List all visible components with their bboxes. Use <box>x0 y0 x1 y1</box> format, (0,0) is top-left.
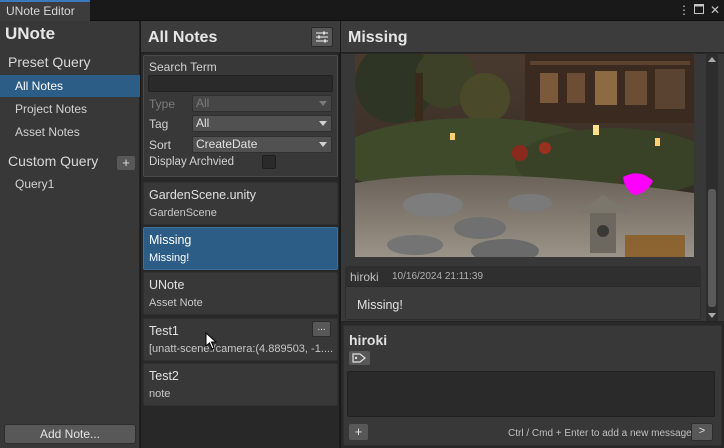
maximize-icon[interactable] <box>694 2 704 18</box>
sidebar-item-all-notes[interactable]: All Notes <box>0 75 140 97</box>
kebab-menu-icon[interactable]: ⋮ <box>678 2 690 18</box>
sliders-icon <box>316 31 328 43</box>
message-card-header: hiroki 10/16/2024 21:11:39 <box>346 267 700 287</box>
add-query-button[interactable]: + <box>117 156 135 170</box>
note-detail-pane: Missing hiroki 10/16/2024 21:11:39 Missi… <box>341 21 724 448</box>
search-term-label: Search Term <box>149 60 217 74</box>
tag-label: Tag <box>149 117 169 131</box>
compose-panel: hiroki + Ctrl / Cmd + Enter to add a new… <box>343 325 722 446</box>
notes-list-title: All Notes <box>148 29 218 46</box>
type-label: Type <box>149 97 176 111</box>
note-subtitle: [unatt-scene:/camera:(4.889503, -1.... <box>149 343 334 355</box>
compose-author: hiroki <box>349 332 388 348</box>
message-author: hiroki <box>350 270 379 284</box>
tag-select[interactable]: All <box>192 115 332 132</box>
sidebar-item-project-notes[interactable]: Project Notes <box>0 98 140 120</box>
scene-screenshot-image <box>355 54 694 257</box>
note-item[interactable]: GardenScene.unity GardenScene <box>143 182 338 225</box>
add-attachment-button[interactable]: + <box>349 424 368 440</box>
custom-query-heading: Custom Query <box>8 153 99 169</box>
window-actions: ⋮ ✕ <box>678 2 720 18</box>
note-item[interactable]: Test2 note <box>143 363 338 406</box>
display-archived-checkbox[interactable] <box>262 155 276 169</box>
query-panel: Search Term Type All Tag All Sort Create… <box>143 55 338 177</box>
sidebar-item-query1[interactable]: Query1 <box>0 173 140 195</box>
window-tab-title: UNote Editor <box>6 4 75 18</box>
type-select[interactable]: All <box>192 95 332 112</box>
scrollbar-thumb[interactable] <box>708 189 716 307</box>
note-detail-title: Missing <box>348 29 408 46</box>
message-text: Missing! <box>357 298 403 312</box>
tag-select-value: All <box>196 116 210 130</box>
message-date: 10/16/2024 21:11:39 <box>392 271 484 282</box>
sort-select[interactable]: CreateDate <box>192 136 332 153</box>
tag-button[interactable] <box>349 351 370 365</box>
search-input[interactable] <box>148 75 333 92</box>
note-detail-header: Missing <box>341 21 724 53</box>
chevron-down-icon <box>319 121 327 126</box>
sidebar-item-asset-notes[interactable]: Asset Notes <box>0 121 140 143</box>
vertical-scrollbar[interactable] <box>706 54 718 321</box>
note-title: Test2 <box>149 369 179 383</box>
query-sidebar: UNote Preset Query All Notes Project Not… <box>0 21 140 448</box>
chevron-down-icon <box>319 142 327 147</box>
notes-list-pane: All Notes Search Term Type All Tag All S… <box>141 21 340 448</box>
add-note-button[interactable]: Add Note... <box>4 424 136 444</box>
window-tab[interactable]: UNote Editor <box>0 0 90 21</box>
compose-hint: Ctrl / Cmd + Enter to add a new message <box>508 428 692 439</box>
type-select-value: All <box>196 96 210 110</box>
scroll-down-icon[interactable] <box>708 313 716 318</box>
note-more-button[interactable]: ... <box>312 321 331 337</box>
note-subtitle: Asset Note <box>149 297 203 309</box>
note-subtitle: GardenScene <box>149 207 217 219</box>
window-tab-bar: UNote Editor ⋮ ✕ <box>0 0 724 21</box>
sort-select-value: CreateDate <box>196 137 258 151</box>
note-title: Missing <box>149 233 192 247</box>
note-item-selected[interactable]: Missing Missing! <box>143 227 338 270</box>
note-item[interactable]: UNote Asset Note <box>143 272 338 315</box>
chevron-down-icon <box>319 101 327 106</box>
tag-icon <box>352 353 366 363</box>
close-icon[interactable]: ✕ <box>710 2 720 18</box>
scroll-up-icon[interactable] <box>708 57 716 62</box>
notes-list-header: All Notes <box>141 21 340 53</box>
mouse-cursor-icon <box>205 331 219 353</box>
message-card: hiroki 10/16/2024 21:11:39 Missing! <box>345 266 701 320</box>
message-input[interactable] <box>347 371 715 417</box>
note-item[interactable]: Test1 ... [unatt-scene:/camera:(4.889503… <box>143 318 338 361</box>
display-archived-label: Display Archvied <box>149 156 235 168</box>
sort-label: Sort <box>149 138 172 152</box>
preset-query-heading: Preset Query <box>8 54 91 70</box>
filter-button[interactable] <box>311 27 333 47</box>
note-title: UNote <box>149 278 185 292</box>
note-subtitle: note <box>149 388 171 400</box>
message-scroll-view[interactable]: hiroki 10/16/2024 21:11:39 Missing! <box>341 54 724 322</box>
app-title: UNote <box>5 24 56 43</box>
note-title: Test1 <box>149 324 179 338</box>
send-button[interactable]: > <box>691 423 713 441</box>
note-title: GardenScene.unity <box>149 188 257 202</box>
note-subtitle: Missing! <box>149 252 190 264</box>
